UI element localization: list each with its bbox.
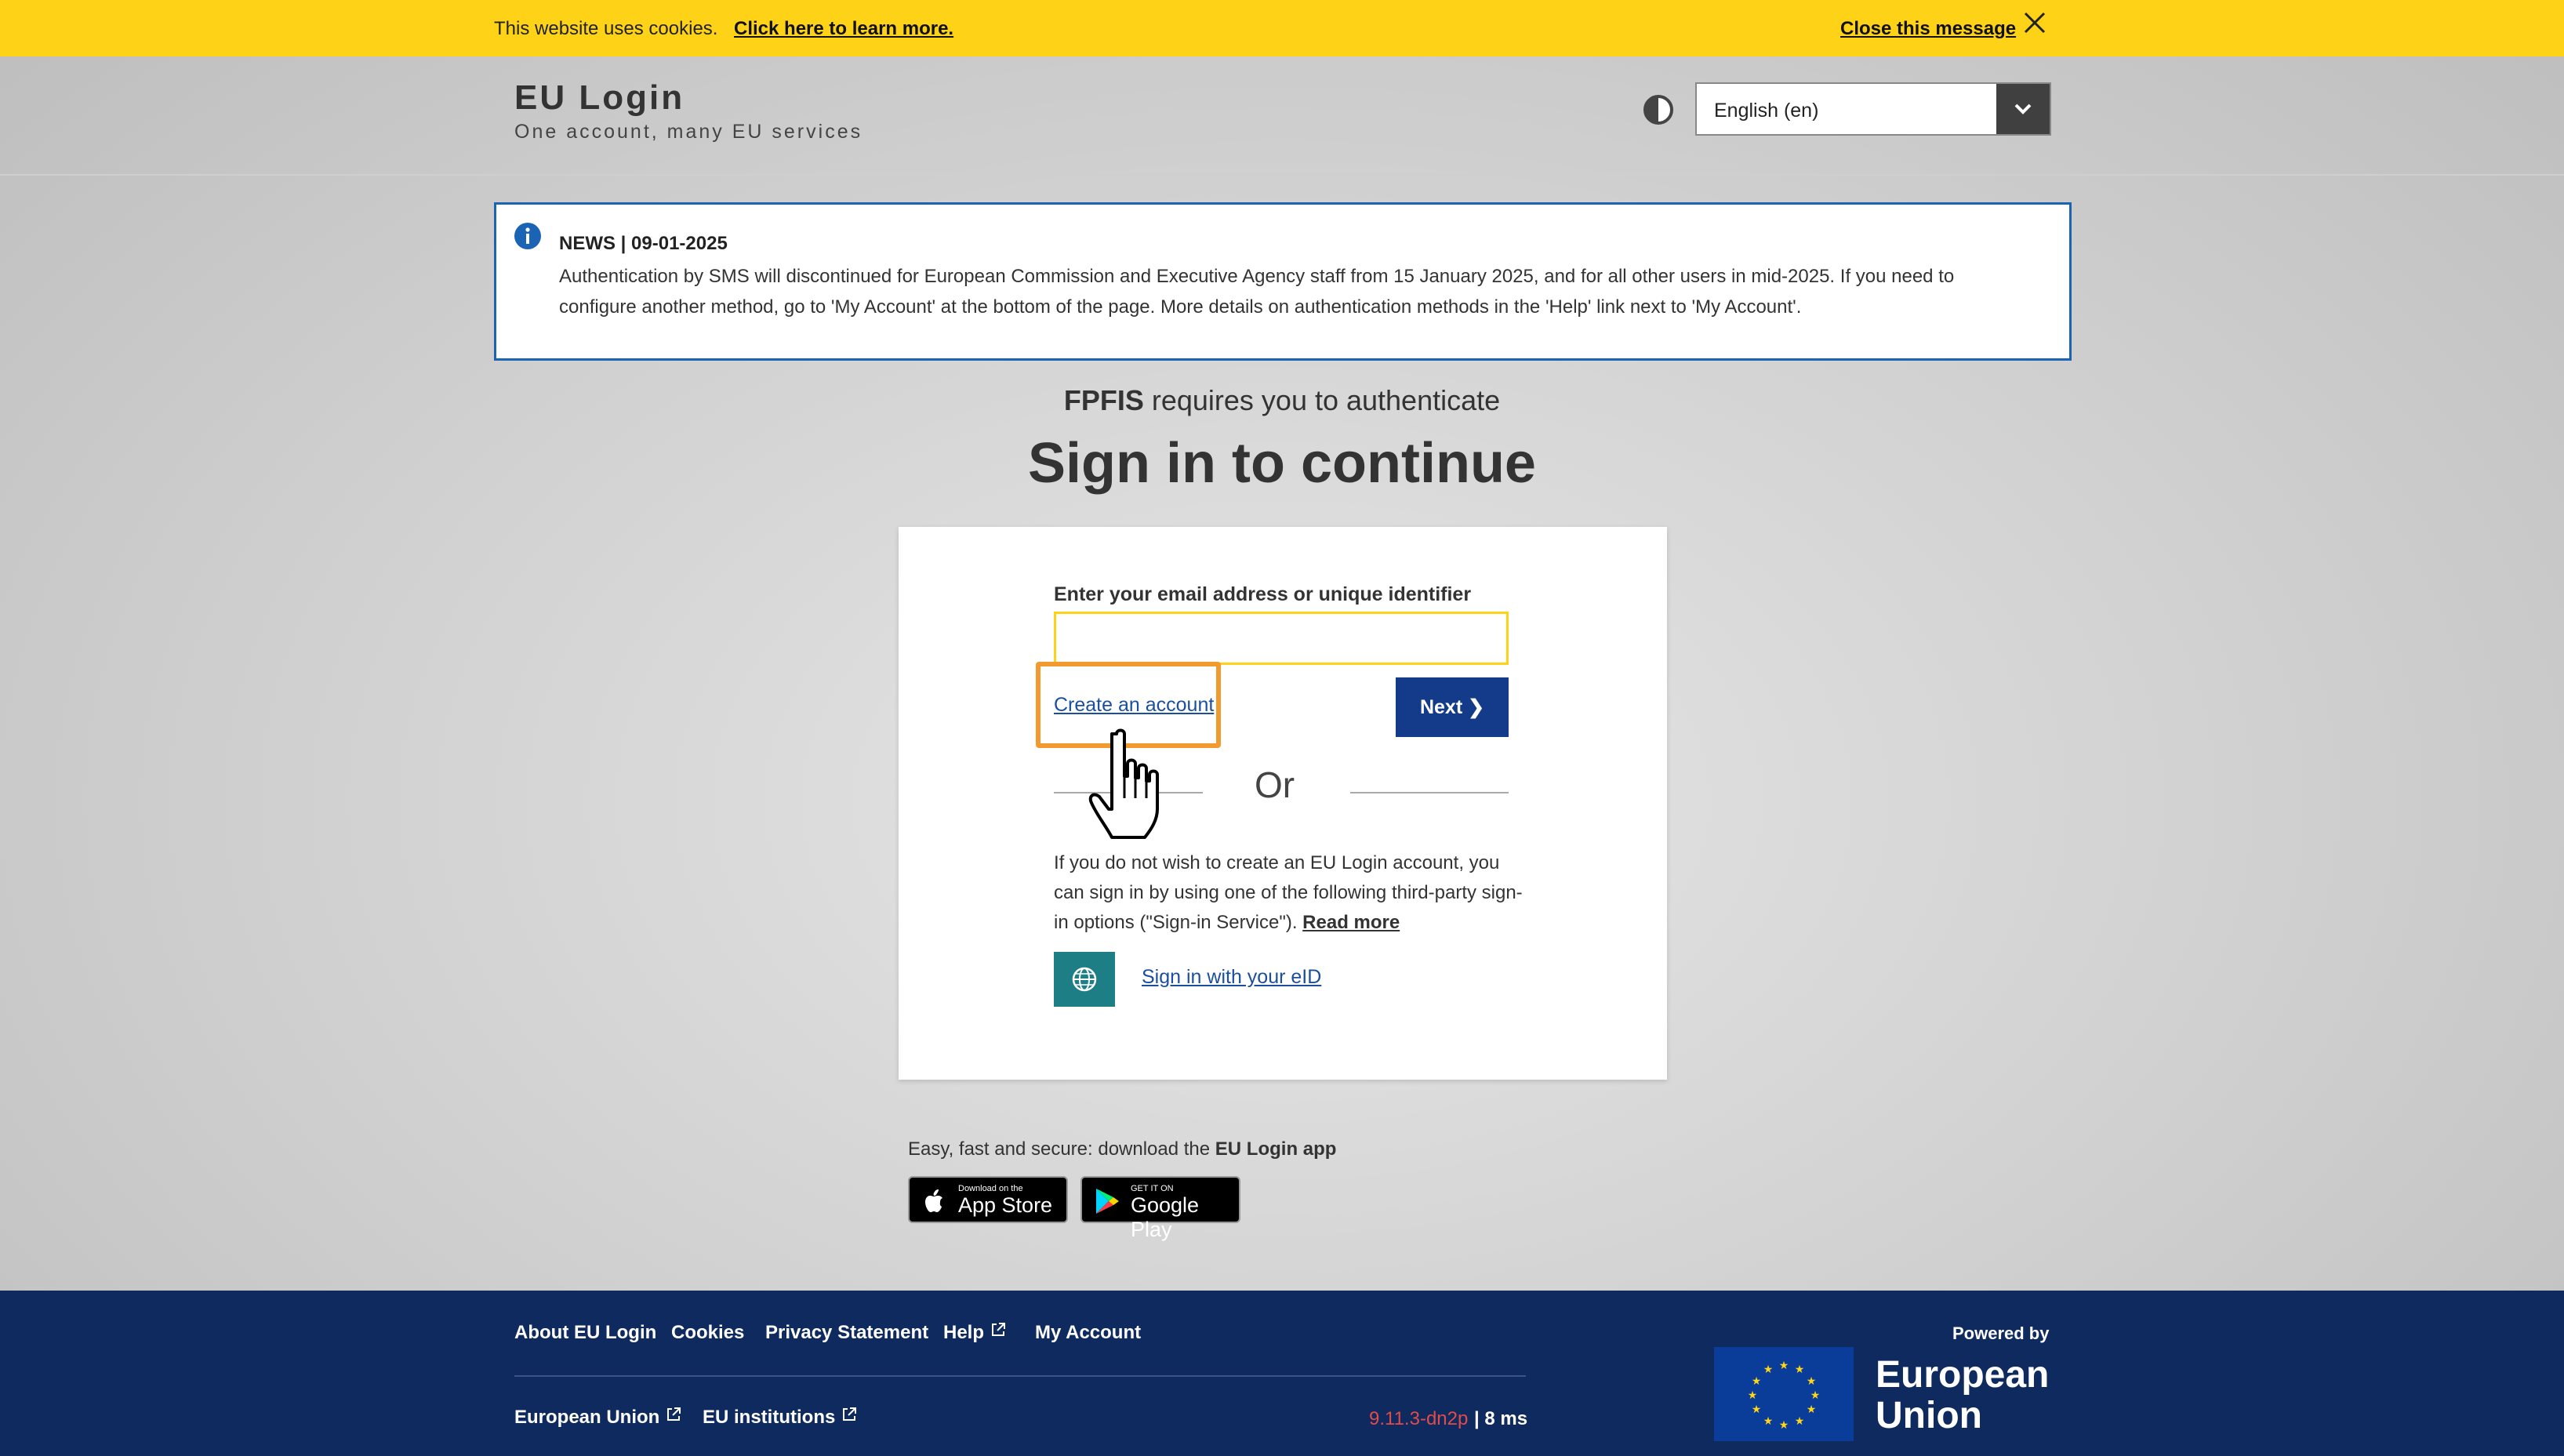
auth-requirement: FPFIS requires you to authenticate [0, 384, 2564, 417]
next-button[interactable]: Next ❯ [1396, 677, 1509, 737]
language-select-button[interactable] [1996, 84, 2050, 134]
create-account-link[interactable]: Create an account [1054, 694, 1214, 717]
footer-link-european-union-label: European Union [514, 1407, 660, 1428]
site-header: EU Login One account, many EU services E… [0, 56, 2564, 176]
brand-subtitle: One account, many EU services [514, 121, 863, 143]
google-play-badge[interactable]: GET IT ON Google Play [1080, 1176, 1240, 1241]
app-store-big: App Store [958, 1193, 1053, 1217]
svg-text:★: ★ [1807, 1375, 1817, 1388]
footer-divider [514, 1375, 1526, 1377]
svg-text:★: ★ [1807, 1403, 1817, 1416]
external-link-icon [667, 1407, 681, 1421]
footer-link-cookies[interactable]: Cookies [671, 1322, 744, 1344]
eid-button[interactable] [1054, 952, 1115, 1007]
version-number: 9.11.3-dn2p [1369, 1408, 1469, 1429]
eid-link[interactable]: Sign in with your eID [1142, 966, 1321, 989]
svg-text:★: ★ [1795, 1363, 1805, 1376]
auth-requirement-text: requires you to authenticate [1143, 384, 1501, 416]
brand-title: EU Login [514, 78, 685, 117]
login-card: Enter your email address or unique ident… [899, 527, 1667, 1080]
language-select-value: English (en) [1714, 100, 1819, 122]
eu-logo-text: European Union [1876, 1355, 2049, 1436]
cookie-learn-more-link[interactable]: Click here to learn more. [734, 18, 953, 40]
news-body: Authentication by SMS will discontinued … [559, 266, 1955, 318]
third-party-text: If you do not wish to create an EU Login… [1054, 852, 1523, 933]
close-icon[interactable] [2021, 9, 2048, 36]
divider-right [1350, 792, 1509, 793]
svg-text:★: ★ [1752, 1375, 1762, 1388]
service-name: FPFIS [1063, 384, 1144, 416]
email-input[interactable] [1054, 612, 1509, 665]
eu-logo-line2: Union [1876, 1395, 1982, 1436]
cookie-message: This website uses cookies. [494, 18, 718, 39]
app-store-badge[interactable]: Download on the App Store [908, 1176, 1068, 1223]
contrast-icon[interactable] [1643, 94, 1674, 125]
news-title: NEWS | 09-01-2025 [559, 233, 728, 254]
apple-icon [925, 1189, 942, 1212]
language-select[interactable]: English (en) [1695, 82, 2051, 136]
site-footer: About EU Login Cookies Privacy Statement… [0, 1291, 2564, 1456]
footer-link-eu-institutions[interactable]: EU institutions [703, 1407, 857, 1429]
globe-icon [1072, 967, 1097, 992]
app-promo-text: Easy, fast and secure: download the EU L… [908, 1138, 1336, 1160]
svg-text:★: ★ [1748, 1389, 1758, 1402]
eu-logo-line1: European [1876, 1354, 2050, 1396]
footer-link-about[interactable]: About EU Login [514, 1322, 656, 1344]
read-more-link[interactable]: Read more [1302, 912, 1400, 933]
close-cookie-message-link[interactable]: Close this message [1840, 18, 2016, 40]
svg-text:★: ★ [1752, 1403, 1762, 1416]
google-play-small: GET IT ON [1131, 1184, 1174, 1193]
app-name: EU Login app [1215, 1138, 1337, 1160]
response-time: | 8 ms [1474, 1408, 1528, 1429]
chevron-down-icon [2014, 103, 2032, 114]
footer-link-privacy[interactable]: Privacy Statement [765, 1322, 928, 1344]
svg-text:★: ★ [1779, 1360, 1789, 1372]
google-play-icon [1096, 1189, 1119, 1214]
footer-link-help[interactable]: Help [943, 1322, 1006, 1344]
eu-flag-icon: ★ ★ ★ ★ ★ ★ ★ ★ ★ ★ ★ ★ [1714, 1347, 1854, 1441]
app-store-small: Download on the [958, 1184, 1023, 1193]
external-link-icon [843, 1407, 857, 1421]
hand-pointer-icon [1088, 728, 1159, 839]
page-title: Sign in to continue [1028, 432, 1536, 495]
news-banner: NEWS | 09-01-2025 Authentication by SMS … [494, 202, 2072, 361]
svg-text:★: ★ [1810, 1389, 1821, 1402]
info-icon [514, 223, 541, 249]
powered-by-label: Powered by [1952, 1323, 2050, 1343]
svg-text:★: ★ [1763, 1415, 1774, 1428]
footer-link-european-union[interactable]: European Union [514, 1407, 681, 1429]
third-party-info: If you do not wish to create an EU Login… [1054, 848, 1524, 938]
footer-link-help-label: Help [943, 1322, 985, 1343]
app-promo-prefix: Easy, fast and secure: download the [908, 1138, 1215, 1160]
svg-text:★: ★ [1795, 1415, 1805, 1428]
google-play-big: Google Play [1131, 1193, 1200, 1241]
external-link-icon [992, 1323, 1006, 1336]
or-separator: Or [1255, 764, 1295, 805]
email-label: Enter your email address or unique ident… [1054, 583, 1472, 605]
footer-link-eu-institutions-label: EU institutions [703, 1407, 836, 1428]
svg-text:★: ★ [1763, 1363, 1774, 1376]
svg-text:★: ★ [1779, 1419, 1789, 1432]
cookie-bar: This website uses cookies. Click here to… [0, 0, 2564, 56]
footer-link-my-account[interactable]: My Account [1035, 1322, 1141, 1344]
